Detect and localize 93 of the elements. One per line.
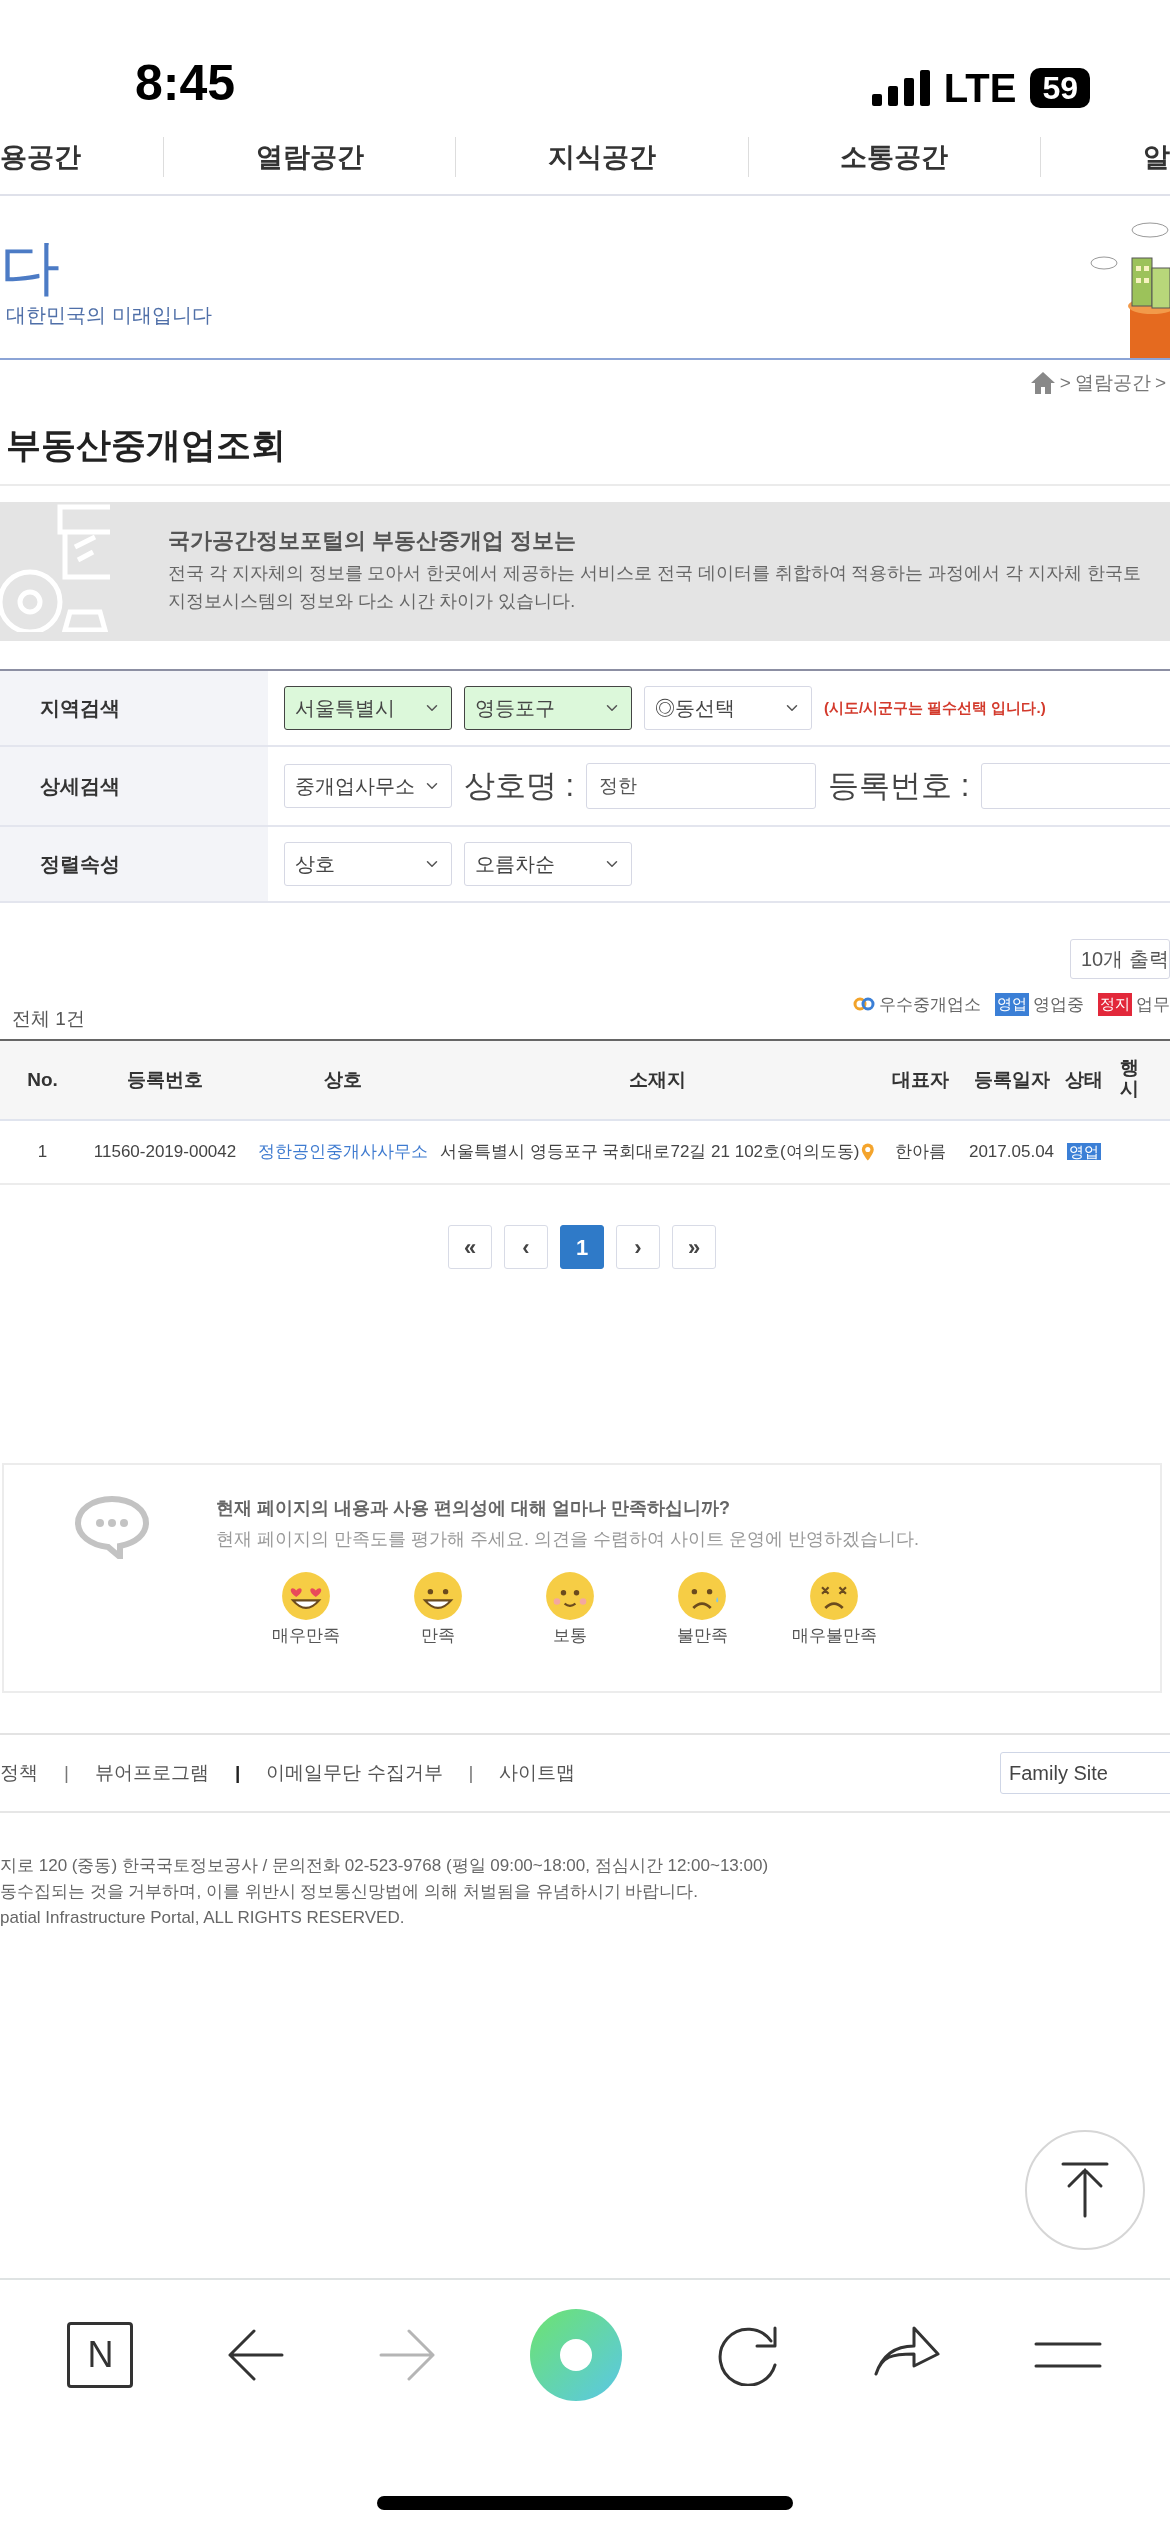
dropdown[interactable]: 중개업사무소 xyxy=(284,764,452,808)
battery-level: 59 xyxy=(1030,68,1090,108)
per-page-dropdown[interactable]: 10개 출력 xyxy=(1070,939,1170,979)
footer-text: 지로 120 (중동) 한국국토정보공사 / 문의전화 02-523-9768 (평일 09:00~18:00, 점심시간 12:00~13:00) xyxy=(0,1855,770,1877)
footer-separator: | xyxy=(468,1760,474,1785)
field-label: 등록번호 : xyxy=(828,766,970,805)
banner-text: 전국 각 지자체의 정보를 모아서 한곳에서 제공하는 서비스로 전국 데이터를 취합하여 적용하는 과정에서 각 지자체 한국토 xyxy=(168,562,1141,585)
table-cell: 한아름 xyxy=(894,1142,946,1162)
status-badge: 영업 xyxy=(1067,1143,1101,1161)
table-cell: 2017.05.04 xyxy=(968,1142,1055,1162)
footer-link[interactable]: 이메일무단 수집거부 xyxy=(266,1758,443,1788)
map-pin-icon[interactable] xyxy=(861,1141,875,1163)
survey-question: 현재 페이지의 내용과 사용 편의성에 대해 얼마나 만족하십니까? xyxy=(216,1497,731,1520)
dizzy-face-icon xyxy=(809,1571,859,1621)
breadcrumb-link[interactable]: 열람공간 xyxy=(1074,368,1151,398)
neutral-face-icon xyxy=(545,1571,595,1621)
search-label: 지역검색 xyxy=(40,696,120,721)
banner-text: 지정보시스템의 정보와 다소 시간 차이가 있습니다. xyxy=(168,590,577,613)
column-header: 상태 xyxy=(1065,1068,1103,1090)
footer-separator: | xyxy=(234,1760,241,1785)
page-title: 부동산중개업조회 xyxy=(5,423,286,466)
status-badge: 정지 xyxy=(1098,993,1132,1016)
rating-option[interactable]: 보통 xyxy=(504,1571,636,1649)
back-arrow-icon[interactable] xyxy=(228,2329,285,2381)
search-label: 상세검색 xyxy=(40,774,120,799)
input-field[interactable] xyxy=(981,763,1170,809)
hero-subtitle: 대한민국의 미래입니다 xyxy=(5,303,212,328)
page-button[interactable]: ‹ xyxy=(504,1225,548,1269)
refresh-icon[interactable] xyxy=(716,2324,779,2386)
breadcrumb-separator: > xyxy=(1059,370,1071,395)
office-link[interactable]: 정한공인중개사사무소 xyxy=(257,1142,428,1162)
banner-title: 국가공간정보포털의 부동산중개업 정보는 xyxy=(168,527,578,555)
dropdown[interactable]: 오름차순 xyxy=(464,842,632,886)
rating-option[interactable]: 만족 xyxy=(372,1571,504,1649)
page-button[interactable]: » xyxy=(672,1225,716,1269)
nav-link[interactable]: 용공간 xyxy=(0,141,81,172)
sad-face-icon xyxy=(677,1571,727,1621)
footer-link[interactable]: 사이트맵 xyxy=(499,1758,576,1788)
rating-option[interactable]: 불만족 xyxy=(636,1571,768,1649)
legend-label: 영업중 xyxy=(1033,993,1084,1016)
required-note: (시도/시군구는 필수선택 입니다.) xyxy=(824,697,1046,718)
table-cell-text: 서울특별시 영등포구 국회대로72길 21 102호(여의도동) xyxy=(440,1141,860,1164)
dropdown[interactable]: ◎동선택 xyxy=(644,686,812,730)
clock-time: 8:45 xyxy=(135,58,236,108)
legend-label: 우수중개업소 xyxy=(879,993,981,1016)
footer-text: patial Infrastructure Portal, ALL RIGHTS RESERVED. xyxy=(0,1907,406,1929)
survey-hint: 현재 페이지의 만족도를 평가해 주세요. 의견을 수렴하여 사이트 운영에 반영하겠습니다. xyxy=(216,1528,919,1551)
nav-link[interactable]: 지식공간 xyxy=(548,141,656,172)
search-label: 정렬속성 xyxy=(40,852,120,877)
tabs-button[interactable]: N xyxy=(67,2322,134,2388)
nav-link[interactable]: 알 xyxy=(1143,141,1170,172)
page-button[interactable]: « xyxy=(448,1225,492,1269)
column-header: 소재지 xyxy=(629,1068,686,1090)
footer-text: 동수집되는 것을 거부하며, 이를 위반시 정보통신망법에 의해 처벌됨을 유념하시기 바랍니다. xyxy=(0,1881,699,1903)
footer-separator: | xyxy=(64,1760,69,1785)
footer-link[interactable]: 뷰어프로그램 xyxy=(94,1758,209,1788)
home-icon[interactable] xyxy=(1029,371,1056,395)
column-header: 행시 xyxy=(1120,1058,1139,1100)
arrow-up-icon xyxy=(1061,2162,1109,2218)
home-button-icon[interactable] xyxy=(529,2309,622,2401)
menu-icon[interactable] xyxy=(1034,2342,1103,2368)
field-label: 상호명 : xyxy=(464,766,575,805)
nav-link[interactable]: 소통공간 xyxy=(840,141,949,172)
column-header: 등록일자 xyxy=(973,1068,1050,1090)
dropdown[interactable]: 서울특별시 xyxy=(284,686,452,730)
dropdown[interactable]: 상호 xyxy=(284,842,452,886)
column-header: No. xyxy=(27,1068,58,1090)
network-label: LTE xyxy=(943,68,1017,108)
breadcrumb-separator: > xyxy=(1154,370,1167,395)
store-icon xyxy=(0,502,110,632)
legend-label: 업무 xyxy=(1136,993,1170,1016)
family-site-dropdown[interactable]: Family Site xyxy=(1000,1752,1170,1794)
table-cell: 11560-2019-00042 xyxy=(93,1142,237,1162)
status-badge: 영업 xyxy=(995,993,1029,1016)
nav-link[interactable]: 열람공간 xyxy=(255,141,364,172)
rating-option[interactable]: 매우불만족 xyxy=(768,1571,900,1649)
happy-face-icon xyxy=(413,1571,463,1621)
column-header: 대표자 xyxy=(891,1068,949,1090)
speech-bubble-icon xyxy=(74,1495,150,1559)
column-header: 등록번호 xyxy=(127,1068,203,1090)
input-field[interactable]: 정한 xyxy=(586,763,817,809)
rating-option[interactable]: 매우만족 xyxy=(240,1571,372,1649)
column-header: 상호 xyxy=(323,1068,362,1090)
dropdown[interactable]: 영등포구 xyxy=(464,686,632,730)
hero-title: 다 xyxy=(0,236,61,300)
signal-icon xyxy=(871,70,930,106)
footer-link[interactable]: 정책 xyxy=(0,1758,38,1788)
love-face-icon xyxy=(281,1571,331,1621)
total-count: 전체 1건 xyxy=(11,1006,85,1031)
page-button[interactable]: › xyxy=(616,1225,660,1269)
page-button[interactable]: 1 xyxy=(560,1225,604,1269)
rings-icon xyxy=(853,996,875,1013)
table-cell: 1 xyxy=(37,1142,48,1162)
